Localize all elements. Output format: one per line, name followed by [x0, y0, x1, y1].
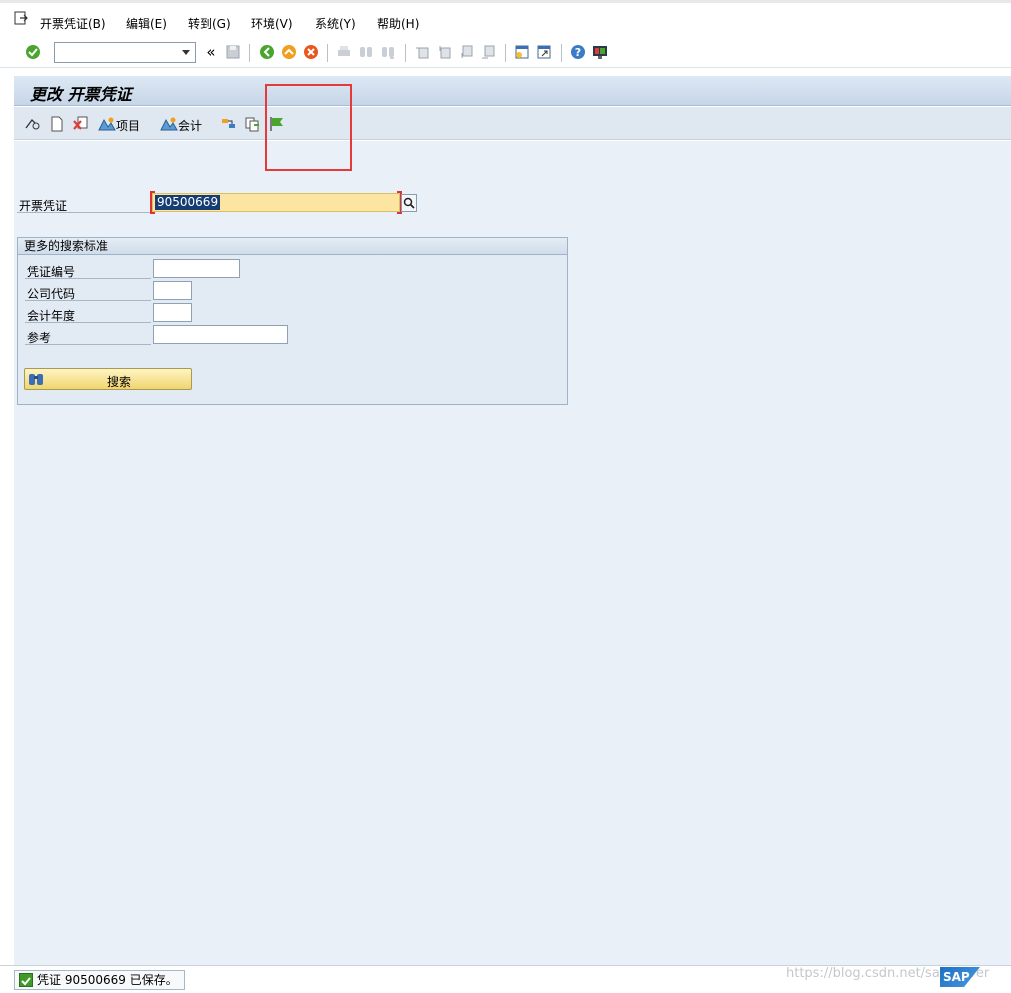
print-icon[interactable] — [335, 43, 353, 61]
back-icon[interactable] — [258, 43, 276, 61]
search-button-label: 搜索 — [107, 375, 132, 389]
cancel-icon[interactable] — [302, 43, 320, 61]
items-button[interactable]: 项目 — [116, 117, 140, 134]
reference-input[interactable] — [153, 325, 288, 344]
highlight-annotation-box — [265, 84, 352, 171]
group-title: 更多的搜索标准 — [18, 238, 567, 255]
help-icon[interactable]: ? — [569, 43, 587, 61]
command-field[interactable] — [54, 42, 196, 63]
customize-layout-icon[interactable] — [591, 43, 609, 61]
find-icon[interactable] — [357, 43, 375, 61]
label-underline — [25, 278, 151, 279]
billing-document-input[interactable]: 90500669 — [152, 193, 400, 212]
title-bar: 更改 开票凭证 — [14, 76, 1011, 106]
success-check-icon — [19, 973, 33, 987]
status-message[interactable]: 凭证 90500669 已保存。 — [14, 970, 185, 990]
application-toolbar: 项目 会计 — [14, 107, 1011, 140]
document-number-input[interactable] — [153, 259, 240, 278]
chevron-down-icon[interactable] — [182, 50, 190, 55]
menu-goto[interactable]: 转到(G) — [188, 15, 231, 32]
split-icon[interactable] — [220, 115, 238, 133]
system-toolbar: « ? — [0, 40, 1011, 68]
binoculars-icon — [29, 374, 43, 385]
enter-icon[interactable] — [24, 43, 42, 61]
copy-icon[interactable] — [244, 115, 262, 133]
menu-help[interactable]: 帮助(H) — [377, 15, 419, 32]
cancel-document-icon[interactable] — [72, 115, 90, 133]
accounting-button[interactable]: 会计 — [178, 117, 202, 134]
first-page-icon[interactable] — [413, 43, 431, 61]
next-page-icon[interactable] — [457, 43, 475, 61]
label-underline — [25, 322, 151, 323]
display-change-icon[interactable] — [24, 115, 42, 133]
items-icon[interactable] — [98, 115, 116, 133]
exit-icon[interactable] — [280, 43, 298, 61]
search-button[interactable]: 搜索 — [24, 368, 192, 390]
label-underline — [25, 300, 151, 301]
menu-exit-icon[interactable] — [14, 11, 28, 25]
new-document-icon[interactable] — [48, 115, 66, 133]
find-next-icon[interactable] — [379, 43, 397, 61]
save-icon[interactable] — [224, 43, 242, 61]
page-title: 更改 开票凭证 — [30, 85, 132, 104]
svg-text:?: ? — [575, 46, 581, 59]
search-help-button[interactable] — [401, 194, 417, 212]
magnifier-icon — [403, 197, 415, 209]
billing-document-value: 90500669 — [155, 195, 221, 210]
label-underline — [17, 212, 150, 213]
menu-system[interactable]: 系统(Y) — [315, 15, 356, 32]
label-underline — [25, 344, 151, 345]
status-message-text: 凭证 90500669 已保存。 — [37, 973, 178, 987]
menu-bar: 开票凭证(B) 编辑(E) 转到(G) 环境(V) 系统(Y) 帮助(H) — [0, 0, 1011, 40]
shortcut-icon[interactable] — [535, 43, 553, 61]
new-session-icon[interactable] — [513, 43, 531, 61]
fiscal-year-input[interactable] — [153, 303, 192, 322]
menu-environment[interactable]: 环境(V) — [251, 15, 293, 32]
company-code-input[interactable] — [153, 281, 192, 300]
prev-page-icon[interactable] — [435, 43, 453, 61]
menu-billing-document[interactable]: 开票凭证(B) — [40, 15, 106, 32]
menu-edit[interactable]: 编辑(E) — [126, 15, 167, 32]
back-double-icon[interactable]: « — [202, 43, 220, 61]
last-page-icon[interactable] — [479, 43, 497, 61]
accounting-icon[interactable] — [160, 115, 178, 133]
